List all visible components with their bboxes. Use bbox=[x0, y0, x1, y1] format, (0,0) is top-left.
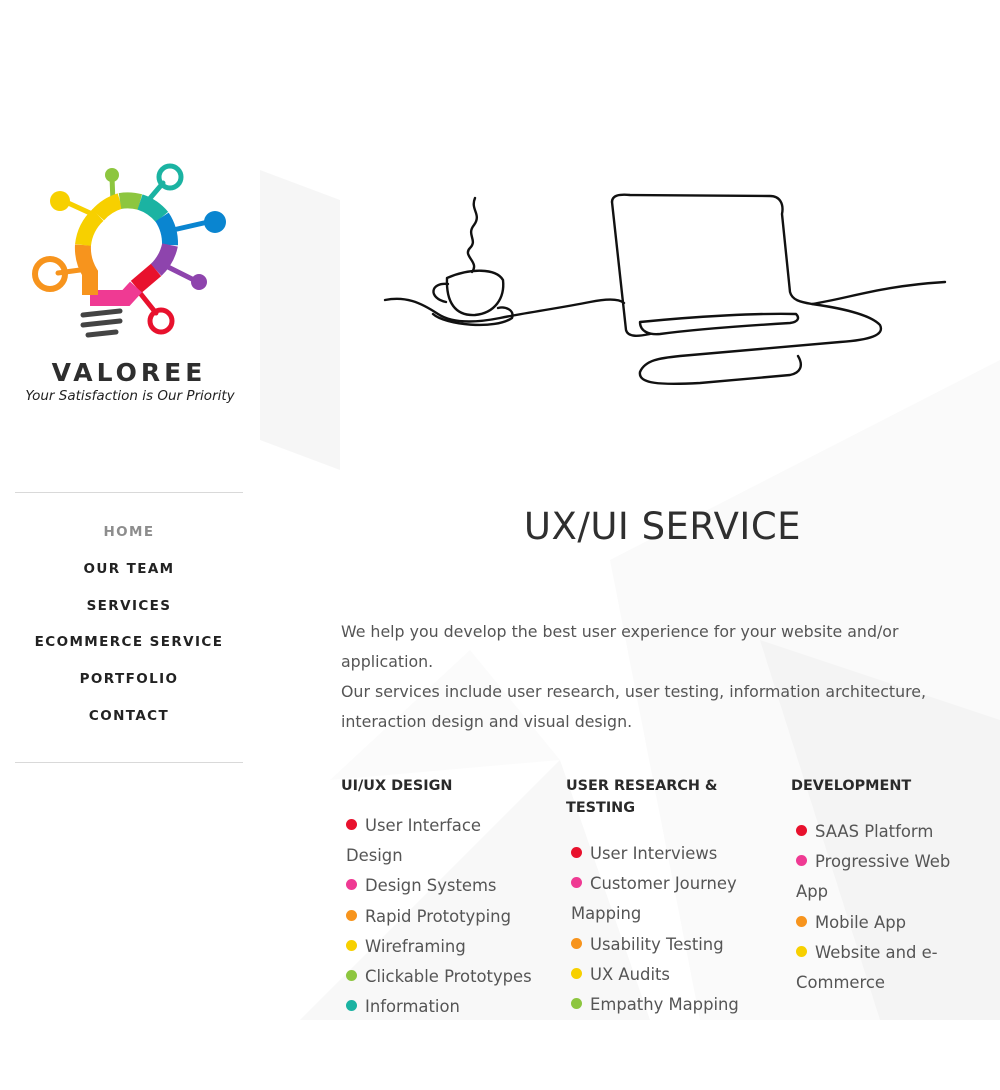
bullet-dot-icon bbox=[346, 1000, 357, 1012]
list-item: User Interface Design bbox=[346, 816, 481, 866]
column-heading: USER RESEARCH & TESTING bbox=[566, 778, 718, 816]
bullet-dot-icon bbox=[796, 915, 807, 927]
bullet-dot-icon bbox=[571, 847, 582, 858]
service-list: SAAS Platform Progressive Web App Mobile… bbox=[791, 817, 971, 998]
bullet-dot-icon bbox=[796, 855, 807, 867]
main-nav: HOME OUR TEAM SERVICES ECOMMERCE SERVICE… bbox=[15, 514, 243, 735]
list-item: Information bbox=[346, 992, 541, 1022]
service-list: User Interviews Customer Journey Mapping… bbox=[566, 839, 766, 1020]
bullet-dot-icon bbox=[571, 877, 582, 889]
lightbulb-network-logo[interactable] bbox=[28, 155, 238, 355]
service-column-uiux-design: UI/UX DESIGN User Interface Design Desig… bbox=[341, 775, 541, 1022]
list-item: User Interviews bbox=[571, 839, 766, 869]
column-heading: UI/UX DESIGN bbox=[341, 778, 453, 794]
nav-divider-top bbox=[15, 492, 243, 493]
nav-divider-bottom bbox=[15, 762, 243, 763]
bullet-dot-icon bbox=[346, 939, 357, 951]
list-item: Clickable Prototypes bbox=[346, 962, 541, 992]
nav-item-ecommerce-service[interactable]: ECOMMERCE SERVICE bbox=[15, 624, 243, 661]
coffee-laptop-line-art bbox=[383, 193, 947, 386]
sidebar: VALOREE Your Satisfaction is Our Priorit… bbox=[0, 0, 260, 1090]
intro-line: We help you develop the best user experi… bbox=[341, 622, 899, 671]
list-item: Progressive Web App bbox=[796, 852, 951, 902]
bullet-dot-icon bbox=[571, 967, 582, 979]
intro-line: Our services include user research, user… bbox=[341, 682, 926, 701]
list-item: Customer Journey Mapping bbox=[571, 874, 737, 924]
list-item: Usability Testing bbox=[571, 930, 766, 960]
nav-item-our-team[interactable]: OUR TEAM bbox=[15, 551, 243, 588]
nav-item-services[interactable]: SERVICES bbox=[15, 588, 243, 625]
list-item: SAAS Platform bbox=[796, 817, 971, 847]
intro-line: interaction design and visual design. bbox=[341, 712, 633, 731]
bullet-dot-icon bbox=[796, 825, 807, 836]
intro-paragraph: We help you develop the best user experi… bbox=[341, 617, 991, 737]
brand-tagline: Your Satisfaction is Our Priority bbox=[25, 388, 235, 404]
page-title: UX/UI SERVICE bbox=[523, 505, 802, 548]
bullet-dot-icon bbox=[571, 937, 582, 949]
bullet-dot-icon bbox=[346, 909, 357, 921]
service-list: User Interface Design Design Systems Rap… bbox=[341, 811, 541, 1022]
bullet-dot-icon bbox=[346, 879, 357, 891]
bullet-dot-icon bbox=[346, 970, 357, 982]
nav-item-home[interactable]: HOME bbox=[15, 514, 243, 551]
list-item: Wireframing bbox=[346, 932, 541, 962]
brand-name: VALOREE bbox=[51, 358, 207, 387]
service-column-development: DEVELOPMENT SAAS Platform Progressive We… bbox=[791, 775, 971, 998]
bullet-dot-icon bbox=[571, 998, 582, 1010]
bullet-dot-icon bbox=[796, 945, 807, 957]
bullet-dot-icon bbox=[346, 819, 357, 830]
column-heading: DEVELOPMENT bbox=[791, 778, 912, 794]
nav-item-portfolio[interactable]: PORTFOLIO bbox=[15, 661, 243, 698]
list-item: Rapid Prototyping bbox=[346, 902, 541, 932]
nav-item-contact[interactable]: CONTACT bbox=[15, 698, 243, 735]
list-item: Empathy Mapping bbox=[571, 990, 766, 1020]
service-column-user-research: USER RESEARCH & TESTING User Interviews … bbox=[566, 775, 766, 1020]
list-item: Website and e-Commerce bbox=[796, 942, 938, 993]
list-item: Mobile App bbox=[796, 908, 971, 938]
list-item: UX Audits bbox=[571, 960, 766, 990]
page-bottom-mask bbox=[260, 1023, 1000, 1090]
list-item: Design Systems bbox=[346, 871, 541, 901]
